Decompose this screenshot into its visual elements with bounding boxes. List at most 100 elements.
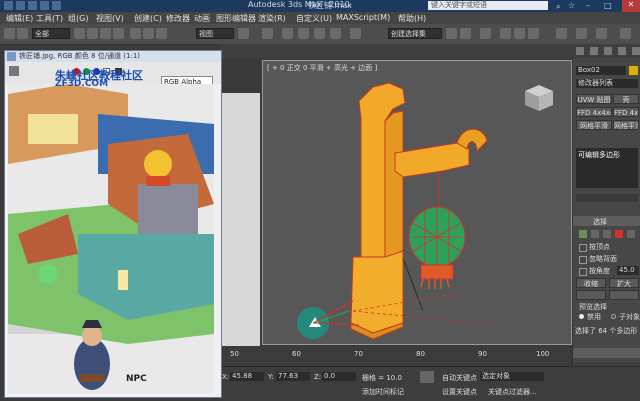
select-object-icon[interactable] [74, 28, 85, 39]
stack-toolbar[interactable] [576, 194, 638, 202]
menu-animation[interactable]: 动画 [194, 13, 210, 24]
meshsmooth-button-2[interactable]: 网格平滑 [613, 120, 639, 130]
reference-coordinate-dropdown[interactable]: 视图 [196, 28, 234, 39]
ffd-button[interactable]: 壳 [613, 94, 639, 104]
quick-render-icon[interactable] [620, 28, 631, 39]
meshsmooth-button[interactable]: 网格平滑 [576, 120, 612, 130]
by-vertex-checkbox[interactable] [579, 244, 587, 252]
add-time-tag[interactable]: 添加时间标记 [362, 387, 404, 397]
grow-button[interactable]: 扩大 [609, 278, 639, 288]
select-manipulate-icon[interactable] [262, 28, 273, 39]
ignore-backface-checkbox[interactable] [579, 256, 587, 264]
render-setup-icon[interactable] [556, 28, 567, 39]
menu-create[interactable]: 创建(C) [134, 13, 162, 24]
rotate-icon[interactable] [143, 28, 154, 39]
uvw-map-button[interactable]: UVW 贴图 [576, 94, 612, 104]
modifier-list-dropdown[interactable]: 修改器列表 [576, 79, 638, 88]
curve-editor-icon[interactable] [500, 28, 511, 39]
stack-item[interactable]: 可编辑多边形 [578, 150, 620, 160]
redo-icon[interactable] [17, 28, 28, 39]
undo-icon[interactable] [4, 28, 15, 39]
menu-tools[interactable]: 工具(T) [36, 13, 63, 24]
search-icon[interactable]: ⌕ [556, 2, 560, 12]
disable-radio[interactable] [579, 314, 584, 319]
help-search-input[interactable]: 键入关键字或短语 [428, 1, 548, 10]
window-crossing-icon[interactable] [113, 28, 124, 39]
spinner-snap-icon[interactable] [330, 28, 341, 39]
menu-graph-editors[interactable]: 图形编辑器 [216, 13, 256, 24]
mirror-icon[interactable] [446, 28, 457, 39]
material-editor-icon[interactable] [528, 28, 539, 39]
select-by-name-icon[interactable] [87, 28, 98, 39]
auto-key-button[interactable]: 自动关键点 [442, 373, 477, 383]
ring-button[interactable] [576, 290, 606, 300]
ffd-4x4x4-button-2[interactable]: FFD 4x4x4 [613, 107, 639, 117]
menu-customize[interactable]: 自定义(U) [296, 13, 332, 24]
new-icon[interactable] [16, 1, 25, 10]
shrink-button[interactable]: 收缩 [576, 278, 606, 288]
object-color-swatch[interactable] [629, 66, 638, 75]
scale-icon[interactable] [156, 28, 167, 39]
angle-snap-icon[interactable] [298, 28, 309, 39]
snap-toggle-icon[interactable] [282, 28, 293, 39]
pivot-icon[interactable] [238, 28, 249, 39]
edge-mode-icon[interactable] [591, 230, 599, 238]
star-icon[interactable]: ☆ [568, 1, 575, 10]
create-tab-icon[interactable] [576, 47, 584, 55]
menu-group[interactable]: 组(G) [68, 13, 88, 24]
z-coordinate-field[interactable]: 0.0 [322, 372, 356, 381]
image-canvas[interactable]: NPC [8, 84, 214, 394]
y-coordinate-field[interactable]: 77.63 [276, 372, 310, 381]
rendered-frame-icon[interactable] [576, 28, 587, 39]
element-mode-icon[interactable] [627, 230, 635, 238]
save-icon[interactable] [40, 1, 49, 10]
layer-manager-icon[interactable] [480, 28, 491, 39]
selected-object-dropdown[interactable]: 选定对象 [480, 372, 544, 381]
minimize-icon[interactable]: – [586, 1, 590, 10]
rect-selection-icon[interactable] [100, 28, 111, 39]
key-filters-button[interactable]: 关键点过滤器... [488, 387, 537, 397]
object-name-field[interactable]: Box02 [576, 66, 626, 75]
x-coordinate-field[interactable]: 45.88 [230, 372, 264, 381]
loop-button[interactable] [609, 290, 639, 300]
move-icon[interactable] [130, 28, 141, 39]
modify-tab-icon[interactable] [590, 47, 598, 55]
set-key-button[interactable]: 设置关键点 [442, 387, 477, 397]
utilities-tab-icon[interactable] [632, 47, 640, 55]
menu-help[interactable]: 帮助(H) [398, 13, 426, 24]
timeline[interactable]: 50 60 70 80 90 100 [220, 346, 572, 366]
open-icon[interactable] [28, 1, 37, 10]
selection-rollout-header[interactable]: 选择 [573, 216, 640, 226]
menu-rendering[interactable]: 渲染(R) [258, 13, 286, 24]
key-icon[interactable] [420, 371, 434, 383]
by-angle-checkbox[interactable] [579, 268, 587, 276]
percent-snap-icon[interactable] [314, 28, 325, 39]
menu-maxscript[interactable]: MAXScript(M) [336, 13, 390, 22]
named-selection-dropdown[interactable]: 创建选择集 [388, 28, 442, 39]
hierarchy-tab-icon[interactable] [604, 47, 612, 55]
soft-selection-rollout-header[interactable] [573, 348, 640, 358]
render-production-icon[interactable] [596, 28, 607, 39]
selection-filter-dropdown[interactable]: 全部 [32, 28, 70, 39]
subobject-radio[interactable] [611, 314, 616, 319]
menu-modifiers[interactable]: 修改器 [166, 13, 190, 24]
lantern-post-model[interactable] [263, 61, 571, 344]
close-icon[interactable]: ✕ [622, 0, 640, 12]
vertex-mode-icon[interactable] [579, 230, 587, 238]
ffd-4x4x4-button[interactable]: FFD 4x4x4 [576, 107, 612, 117]
edit-named-selection-icon[interactable] [350, 28, 361, 39]
menu-edit[interactable]: 编辑(E) [6, 13, 33, 24]
schematic-view-icon[interactable] [514, 28, 525, 39]
app-icon[interactable] [4, 1, 13, 10]
perspective-viewport[interactable]: [ + 0 正交 0 平滑 + 高光 + 边面 ] [262, 60, 572, 345]
undo-icon[interactable] [52, 1, 61, 10]
polygon-mode-icon[interactable] [615, 230, 623, 238]
angle-input[interactable]: 45.0 [617, 266, 639, 275]
border-mode-icon[interactable] [603, 230, 611, 238]
save-image-icon[interactable] [9, 66, 19, 76]
align-icon[interactable] [460, 28, 471, 39]
modifier-stack[interactable]: 可编辑多边形 [576, 148, 638, 188]
motion-tab-icon[interactable] [618, 47, 626, 55]
menu-views[interactable]: 视图(V) [96, 13, 124, 24]
maximize-icon[interactable]: □ [604, 1, 612, 10]
